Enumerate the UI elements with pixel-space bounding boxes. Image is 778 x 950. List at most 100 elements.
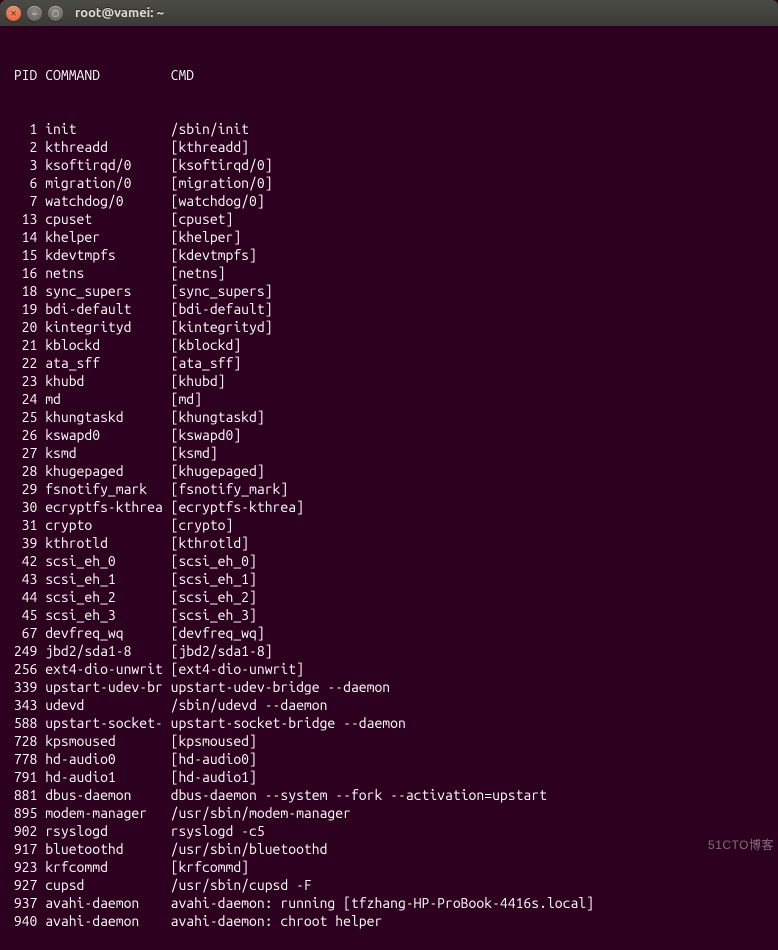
table-row: 67devfreq_wq[devfreq_wq] [6, 624, 772, 642]
cell-cmd: rsyslogd -c5 [171, 822, 772, 840]
table-row: 6migration/0[migration/0] [6, 174, 772, 192]
cell-pid: 14 [6, 228, 45, 246]
cell-pid: 256 [6, 660, 45, 678]
table-row: 917bluetoothd/usr/sbin/bluetoothd [6, 840, 772, 858]
cell-cmd: [ext4-dio-unwrit] [171, 660, 772, 678]
table-row: 588upstart-socket-upstart-socket-bridge … [6, 714, 772, 732]
table-row: 778hd-audio0[hd-audio0] [6, 750, 772, 768]
cell-command: kpsmoused [45, 732, 170, 750]
cell-command: khelper [45, 228, 170, 246]
cell-cmd: [sync_supers] [171, 282, 772, 300]
cell-cmd: avahi-daemon: running [tfzhang-HP-ProBoo… [171, 894, 772, 912]
cell-command: upstart-udev-br [45, 678, 170, 696]
cell-pid: 902 [6, 822, 45, 840]
cell-command: dbus-daemon [45, 786, 170, 804]
table-row: 343udevd/sbin/udevd --daemon [6, 696, 772, 714]
cell-cmd: [hd-audio1] [171, 768, 772, 786]
table-row: 249jbd2/sda1-8[jbd2/sda1-8] [6, 642, 772, 660]
cell-command: kblockd [45, 336, 170, 354]
cell-command: udevd [45, 696, 170, 714]
cell-command: kswapd0 [45, 426, 170, 444]
cell-cmd: upstart-socket-bridge --daemon [171, 714, 772, 732]
table-row: 45scsi_eh_3[scsi_eh_3] [6, 606, 772, 624]
table-row: 31crypto[crypto] [6, 516, 772, 534]
table-row: 1init/sbin/init [6, 120, 772, 138]
cell-pid: 588 [6, 714, 45, 732]
maximize-icon[interactable]: ▢ [48, 6, 63, 21]
cell-pid: 24 [6, 390, 45, 408]
cell-cmd: /sbin/udevd --daemon [171, 696, 772, 714]
cell-pid: 937 [6, 894, 45, 912]
cell-cmd: [hd-audio0] [171, 750, 772, 768]
table-row: 39kthrotld[kthrotld] [6, 534, 772, 552]
table-row: 3ksoftirqd/0[ksoftirqd/0] [6, 156, 772, 174]
cell-command: kthrotld [45, 534, 170, 552]
cell-cmd: [khelper] [171, 228, 772, 246]
cell-command: bluetoothd [45, 840, 170, 858]
cell-pid: 249 [6, 642, 45, 660]
table-row: 339upstart-udev-brupstart-udev-bridge --… [6, 678, 772, 696]
cell-cmd: [ata_sff] [171, 354, 772, 372]
cell-cmd: [md] [171, 390, 772, 408]
cell-pid: 940 [6, 912, 45, 930]
table-row: 24md[md] [6, 390, 772, 408]
cell-cmd: [scsi_eh_2] [171, 588, 772, 606]
minimize-icon[interactable]: – [27, 6, 42, 21]
table-row: 902rsyslogdrsyslogd -c5 [6, 822, 772, 840]
cell-pid: 45 [6, 606, 45, 624]
cell-command: md [45, 390, 170, 408]
cell-command: avahi-daemon [45, 894, 170, 912]
header-command: COMMAND [45, 66, 170, 84]
cell-command: khubd [45, 372, 170, 390]
cell-cmd: [kblockd] [171, 336, 772, 354]
cell-cmd: [watchdog/0] [171, 192, 772, 210]
cell-pid: 13 [6, 210, 45, 228]
cell-pid: 67 [6, 624, 45, 642]
cell-cmd: [scsi_eh_0] [171, 552, 772, 570]
table-row: 895modem-manager/usr/sbin/modem-manager [6, 804, 772, 822]
cell-command: hd-audio1 [45, 768, 170, 786]
table-row: 256ext4-dio-unwrit[ext4-dio-unwrit] [6, 660, 772, 678]
table-row: 728kpsmoused[kpsmoused] [6, 732, 772, 750]
window-titlebar: ✕ – ▢ root@vamei: ~ [0, 0, 778, 26]
table-row: 27ksmd[ksmd] [6, 444, 772, 462]
cell-command: fsnotify_mark [45, 480, 170, 498]
cell-command: kintegrityd [45, 318, 170, 336]
cell-cmd: [netns] [171, 264, 772, 282]
table-row: 791hd-audio1[hd-audio1] [6, 768, 772, 786]
cell-cmd: [khugepaged] [171, 462, 772, 480]
terminal-output[interactable]: PID COMMAND CMD 1init/sbin/init2kthreadd… [0, 26, 778, 950]
cell-cmd: [kswapd0] [171, 426, 772, 444]
cell-pid: 917 [6, 840, 45, 858]
cell-cmd: [crypto] [171, 516, 772, 534]
cell-pid: 25 [6, 408, 45, 426]
cell-pid: 44 [6, 588, 45, 606]
cell-command: scsi_eh_1 [45, 570, 170, 588]
cell-command: krfcommd [45, 858, 170, 876]
table-row: 25khungtaskd[khungtaskd] [6, 408, 772, 426]
cell-cmd: [kthreadd] [171, 138, 772, 156]
cell-cmd: upstart-udev-bridge --daemon [171, 678, 772, 696]
cell-command: ata_sff [45, 354, 170, 372]
cell-cmd: [kintegrityd] [171, 318, 772, 336]
table-row: 29fsnotify_mark[fsnotify_mark] [6, 480, 772, 498]
cell-pid: 778 [6, 750, 45, 768]
cell-cmd: [ksoftirqd/0] [171, 156, 772, 174]
table-row: 940avahi-daemonavahi-daemon: chroot help… [6, 912, 772, 930]
table-row: 15kdevtmpfs[kdevtmpfs] [6, 246, 772, 264]
cell-command: scsi_eh_2 [45, 588, 170, 606]
cell-cmd: [jbd2/sda1-8] [171, 642, 772, 660]
close-icon[interactable]: ✕ [6, 6, 21, 21]
cell-pid: 19 [6, 300, 45, 318]
table-header-row: PID COMMAND CMD [6, 66, 772, 84]
cell-pid: 16 [6, 264, 45, 282]
table-row: 26kswapd0[kswapd0] [6, 426, 772, 444]
cell-cmd: /usr/sbin/modem-manager [171, 804, 772, 822]
cell-pid: 29 [6, 480, 45, 498]
cell-cmd: [bdi-default] [171, 300, 772, 318]
cell-pid: 21 [6, 336, 45, 354]
table-row: 43scsi_eh_1[scsi_eh_1] [6, 570, 772, 588]
cell-command: cupsd [45, 876, 170, 894]
cell-command: devfreq_wq [45, 624, 170, 642]
table-row: 44scsi_eh_2[scsi_eh_2] [6, 588, 772, 606]
